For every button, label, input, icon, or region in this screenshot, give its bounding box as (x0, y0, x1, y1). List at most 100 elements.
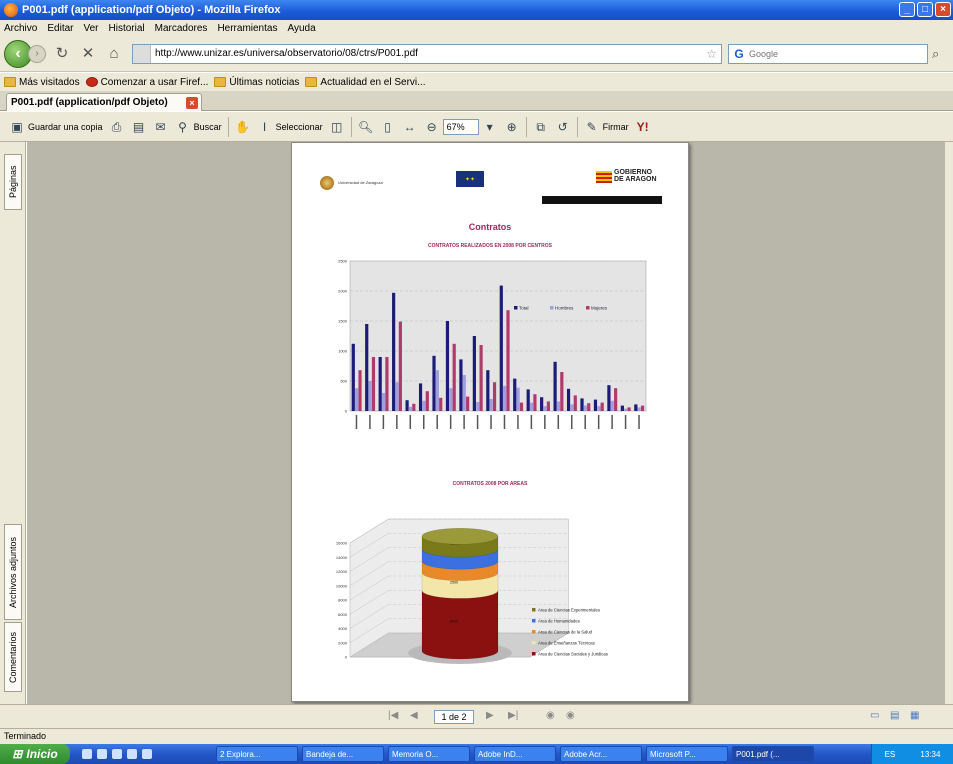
camera-icon: ◫ (330, 119, 343, 134)
tab-paginas[interactable]: Páginas (4, 154, 22, 210)
bar-mujeres (640, 405, 645, 411)
menu-marcadores[interactable]: Marcadores (155, 23, 208, 34)
google-icon[interactable]: G (729, 45, 749, 63)
document-area[interactable]: Universidad de Zaragoza ✦✦ GOBIERNO DE A… (27, 142, 947, 704)
taskbar-item-memoria[interactable]: Memoria O... (388, 746, 470, 762)
snapshot-button[interactable]: ◫ (326, 116, 348, 138)
bar-mujeres (587, 403, 591, 411)
menu-historial[interactable]: Historial (109, 23, 145, 34)
continuous-page-icon[interactable]: ▤ (890, 710, 899, 721)
quicklaunch-icon[interactable] (112, 749, 122, 759)
segment-value-label: 8500 (450, 620, 458, 624)
menu-ver[interactable]: Ver (83, 23, 98, 34)
window-title: P001.pdf (application/pdf Objeto) - Mozi… (22, 4, 281, 16)
quicklaunch-icon[interactable] (142, 749, 152, 759)
taskbar-item-acrobat[interactable]: Adobe Acr... (560, 746, 642, 762)
vertical-scrollbar[interactable] (945, 142, 953, 704)
menu-herramientas[interactable]: Herramientas (217, 23, 277, 34)
legend-swatch (586, 306, 590, 310)
taskbar-item-firefox[interactable]: P001.pdf (... (732, 746, 814, 762)
organizer-button[interactable]: ▤ (128, 116, 150, 138)
rotate-button[interactable]: ↺ (552, 116, 574, 138)
bar-hombres (408, 406, 413, 411)
bar-total (418, 383, 423, 411)
menu-archivo[interactable]: Archivo (4, 23, 37, 34)
bookmark-star-icon[interactable]: ☆ (706, 47, 717, 61)
hand-tool-button[interactable]: ✋ (232, 116, 254, 138)
first-page-icon[interactable]: |◀ (388, 710, 398, 721)
tab-comentarios[interactable]: Comentarios (4, 622, 22, 692)
logo-gobierno-aragon: GOBIERNO DE ARAGON (596, 169, 660, 187)
binoculars-icon: ⚲ (178, 119, 187, 134)
bar-hombres (489, 399, 493, 411)
yahoo-button[interactable]: Y! (632, 116, 654, 138)
forward-button[interactable]: › (28, 44, 46, 63)
zoom-dropdown[interactable]: ▾ (479, 116, 501, 138)
back-view-icon[interactable]: ◉ (546, 710, 555, 721)
bar-hombres (516, 387, 520, 411)
y-tick-label: 10000 (336, 583, 348, 588)
select-tool-button[interactable]: I Seleccionar (254, 116, 326, 138)
url-input[interactable] (155, 48, 595, 59)
bar-total (526, 389, 530, 411)
fit-page-button[interactable]: ▯ (377, 116, 399, 138)
single-page-icon[interactable]: ▭ (870, 710, 879, 721)
bookmark-actualidad[interactable]: Actualidad en el Servi... (305, 77, 425, 88)
zoom-in-button[interactable]: ⊕ (501, 116, 523, 138)
sign-button[interactable]: ✎ Firmar (581, 116, 632, 138)
taskbar-item-indesign[interactable]: Adobe InD... (474, 746, 556, 762)
minimize-button[interactable]: _ (899, 2, 915, 17)
bookmark-mas-visitados[interactable]: Más visitados (4, 77, 80, 88)
menu-editar[interactable]: Editar (47, 23, 73, 34)
forward-view-icon[interactable]: ◉ (566, 710, 575, 721)
zoom-level-input[interactable]: 67% (442, 118, 479, 135)
page-number-input[interactable]: 1 de 2 (434, 710, 474, 724)
bar-total (432, 355, 436, 411)
tab-archivos-adjuntos[interactable]: Archivos adjuntos (4, 524, 22, 620)
bookmark-ultimas-noticias[interactable]: Últimas noticias (214, 77, 299, 88)
taskbar-item-bandeja[interactable]: Bandeja de... (302, 746, 384, 762)
email-button[interactable]: ✉ (150, 116, 172, 138)
facing-page-icon[interactable]: ▦ (910, 710, 919, 721)
quicklaunch-icon[interactable] (82, 749, 92, 759)
reload-icon[interactable]: ↻ (52, 44, 72, 64)
bar-total (540, 397, 544, 411)
search-input[interactable] (749, 48, 899, 59)
taskbar-item-explorer[interactable]: 2 Explora... (216, 746, 298, 762)
quicklaunch-icon[interactable] (127, 749, 137, 759)
search-box[interactable]: G (728, 43, 928, 64)
search-icon[interactable]: ⌕ (932, 46, 939, 62)
bookmark-comenzar[interactable]: Comenzar a usar Firef... (85, 77, 208, 88)
zoom-out-button[interactable]: ⊖ (421, 116, 443, 138)
taskbar-item-powerpoint[interactable]: Microsoft P... (646, 746, 728, 762)
fit-width-icon: ↔ (403, 119, 416, 134)
maximize-button[interactable]: □ (917, 2, 933, 17)
close-button[interactable]: × (935, 2, 951, 17)
tab-close-icon[interactable]: × (186, 96, 198, 109)
home-icon[interactable]: ⌂ (104, 44, 124, 64)
bar-hombres (422, 400, 426, 411)
page-display-button[interactable]: ⧉ (530, 116, 552, 138)
fit-width-button[interactable]: ↔ (399, 116, 421, 138)
x-tick-label (638, 415, 640, 429)
next-page-icon[interactable]: ▶ (486, 710, 494, 721)
bar-mujeres (519, 402, 524, 411)
tab-pdf[interactable]: P001.pdf (application/pdf Objeto) × (6, 93, 202, 111)
legend-swatch (532, 652, 536, 656)
university-seal-icon (320, 176, 334, 190)
previous-page-icon[interactable]: ◀ (410, 710, 418, 721)
url-bar[interactable]: ☆ (132, 43, 722, 64)
search-pdf-button[interactable]: ⚲ Buscar (172, 116, 225, 138)
language-indicator[interactable]: ES (885, 750, 896, 759)
save-copy-button[interactable]: ▣ Guardar una copia (6, 116, 106, 138)
menu-ayuda[interactable]: Ayuda (287, 23, 315, 34)
print-button[interactable]: ⎙ (106, 116, 128, 138)
site-identity-icon[interactable] (133, 44, 151, 63)
quicklaunch-icon[interactable] (97, 749, 107, 759)
quick-launch (82, 749, 152, 759)
last-page-icon[interactable]: ▶| (508, 710, 518, 721)
bar-mujeres (627, 407, 631, 411)
zoom-tool-button[interactable]: 🔍︎ (355, 116, 377, 138)
start-button[interactable]: ⊞ Inicio (0, 744, 70, 764)
stop-icon[interactable]: ✕ (78, 44, 98, 64)
